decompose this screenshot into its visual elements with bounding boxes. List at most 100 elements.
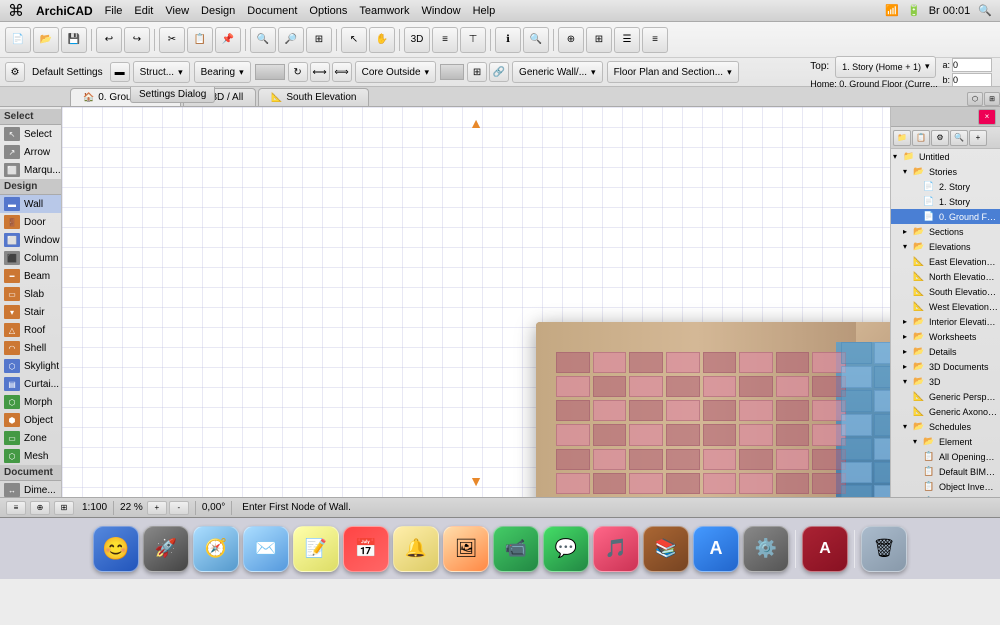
dock-photos[interactable]: 🖼 xyxy=(443,526,489,572)
scroll-down-arrow[interactable]: ▼ xyxy=(469,473,483,489)
scroll-up-arrow[interactable]: ▲ xyxy=(469,115,483,131)
tool-curtainwall[interactable]: ▤ Curtai... xyxy=(0,375,61,393)
menu-view[interactable]: View xyxy=(165,5,189,17)
generic-wall-dropdown[interactable]: Generic Wall/... xyxy=(512,61,603,83)
tree-item-generic-axon[interactable]: 📐 Generic Axonome... xyxy=(891,404,1000,419)
panel-btn-4[interactable]: 🔍 xyxy=(950,130,968,146)
grid-icon[interactable]: ⊞ xyxy=(54,501,74,515)
panel-close-btn[interactable]: × xyxy=(978,109,996,125)
zoom-out-status[interactable]: - xyxy=(169,501,189,515)
tree-item-2story[interactable]: 📄 2. Story xyxy=(891,179,1000,194)
panel-btn-2[interactable]: 📋 xyxy=(912,130,930,146)
fit-btn[interactable]: ⊞ xyxy=(306,27,332,53)
snap-btn[interactable]: ⊕ xyxy=(558,27,584,53)
tree-item-all-openings[interactable]: 📋 All Openings Sc... xyxy=(891,449,1000,464)
dock-trash[interactable]: 🗑 xyxy=(861,526,907,572)
tool-marquee[interactable]: ⬜ Marqu... xyxy=(0,161,61,179)
floor-plan-dropdown[interactable]: Floor Plan and Section... xyxy=(607,61,739,83)
tree-item-schedules[interactable]: ▾ 📂 Schedules xyxy=(891,419,1000,434)
tree-item-north-elev[interactable]: 📐 North Elevation (A xyxy=(891,269,1000,284)
element-info-btn[interactable]: ℹ xyxy=(495,27,521,53)
cut-btn[interactable]: ✂ xyxy=(159,27,185,53)
dock-reminders[interactable]: 🔔 xyxy=(393,526,439,572)
open-btn[interactable]: 📂 xyxy=(33,27,59,53)
tool-dimension[interactable]: ↔ Dime... xyxy=(0,481,61,497)
tree-item-3ddocs[interactable]: ▸ 📂 3D Documents xyxy=(891,359,1000,374)
dock-launchpad[interactable]: 🚀 xyxy=(143,526,189,572)
panel-btn-1[interactable]: 📁 xyxy=(893,130,911,146)
dock-music[interactable]: 🎵 xyxy=(593,526,639,572)
menu-help[interactable]: Help xyxy=(473,5,496,17)
menu-teamwork[interactable]: Teamwork xyxy=(359,5,409,17)
dock-appstore[interactable]: A xyxy=(693,526,739,572)
tool-morph[interactable]: ⬡ Morph xyxy=(0,393,61,411)
tool-skylight[interactable]: ⬡ Skylight xyxy=(0,357,61,375)
app-name[interactable]: ArchiCAD xyxy=(36,4,93,18)
design-section-header[interactable]: Design xyxy=(0,179,61,195)
zoom-in-btn[interactable]: 🔍 xyxy=(250,27,276,53)
undo-btn[interactable]: ↩ xyxy=(96,27,122,53)
tree-item-details[interactable]: ▸ 📂 Details xyxy=(891,344,1000,359)
bearing-dropdown[interactable]: Bearing xyxy=(194,61,251,83)
3d-btn[interactable]: 3D xyxy=(404,27,430,53)
settings-dialog-tab[interactable]: Settings Dialog xyxy=(130,87,215,103)
flip-btn[interactable]: ⟷ xyxy=(310,62,330,82)
rotate-btn[interactable]: ↻ xyxy=(288,62,308,82)
attr-btn[interactable]: ≡ xyxy=(642,27,668,53)
a-input[interactable] xyxy=(952,58,992,72)
tool-object[interactable]: ⬢ Object xyxy=(0,411,61,429)
zoom-in-status[interactable]: + xyxy=(147,501,167,515)
tool-shell[interactable]: ◠ Shell xyxy=(0,339,61,357)
panel-btn-5[interactable]: + xyxy=(969,130,987,146)
layer-btn[interactable]: ☰ xyxy=(614,27,640,53)
canvas-area[interactable]: GS GRAPHISOFT ARCHICAD 19 3003 INT FULL … xyxy=(62,107,890,497)
tree-item-object-inv[interactable]: 📋 Object Inventor... xyxy=(891,479,1000,494)
tool-zone[interactable]: ▭ Zone xyxy=(0,429,61,447)
tree-item-interior-elev[interactable]: ▸ 📂 Interior Elevations xyxy=(891,314,1000,329)
select-section-header[interactable]: Select xyxy=(0,109,61,125)
tree-item-west-elev[interactable]: 📐 West Elevation (A xyxy=(891,299,1000,314)
tool-column[interactable]: ⬛ Column xyxy=(0,249,61,267)
dock-books[interactable]: 📚 xyxy=(643,526,689,572)
tree-item-element[interactable]: ▾ 📂 Element xyxy=(891,434,1000,449)
canvas-zoom-btn[interactable]: ⬡ xyxy=(967,92,983,106)
pointer-btn[interactable]: ↖ xyxy=(341,27,367,53)
tool-stair[interactable]: ▾ Stair xyxy=(0,303,61,321)
dock-finder[interactable]: 😊 xyxy=(93,526,139,572)
section-btn[interactable]: ≡ xyxy=(432,27,458,53)
tree-item-sections[interactable]: ▸ 📂 Sections xyxy=(891,224,1000,239)
save-btn[interactable]: 💾 xyxy=(61,27,87,53)
pan-btn[interactable]: ✋ xyxy=(369,27,395,53)
search-icon[interactable]: 🔍 xyxy=(978,4,992,17)
dock-prefs[interactable]: ⚙️ xyxy=(743,526,789,572)
tree-item-bimx[interactable]: 📋 Default BIMx IE... xyxy=(891,464,1000,479)
tree-item-ground-floor[interactable]: 📄 0. Ground Floor xyxy=(891,209,1000,224)
copy-btn[interactable]: 📋 xyxy=(187,27,213,53)
tree-item-worksheets[interactable]: ▸ 📂 Worksheets xyxy=(891,329,1000,344)
paste-btn[interactable]: 📌 xyxy=(215,27,241,53)
tree-item-1story[interactable]: 📄 1. Story xyxy=(891,194,1000,209)
tree-item-untitled[interactable]: ▾ 📁 Untitled xyxy=(891,149,1000,164)
elevation-btn[interactable]: ⊤ xyxy=(460,27,486,53)
core-outside-dropdown[interactable]: Core Outside xyxy=(355,61,436,83)
tree-item-generic-persp[interactable]: 📐 Generic Perspectiv... xyxy=(891,389,1000,404)
tool-door[interactable]: 🚪 Door xyxy=(0,213,61,231)
guide-btn[interactable]: ⊞ xyxy=(586,27,612,53)
tree-item-3d[interactable]: ▾ 📂 3D xyxy=(891,374,1000,389)
tree-item-wall-schedule[interactable]: 📋 Wall Schedule xyxy=(891,494,1000,497)
b-input[interactable] xyxy=(952,73,992,87)
tree-item-south-elev[interactable]: 📐 South Elevation (A xyxy=(891,284,1000,299)
canvas-fit-btn[interactable]: ⊞ xyxy=(984,92,1000,106)
tool-slab[interactable]: ▭ Slab xyxy=(0,285,61,303)
tool-beam[interactable]: ━ Beam xyxy=(0,267,61,285)
panel-btn-3[interactable]: ⚙ xyxy=(931,130,949,146)
dock-archicad[interactable]: A xyxy=(802,526,848,572)
tool-arrow[interactable]: ↗ Arrow xyxy=(0,143,61,161)
dock-safari[interactable]: 🧭 xyxy=(193,526,239,572)
tool-wall[interactable]: ▬ Wall xyxy=(0,195,61,213)
story-dropdown[interactable]: 1. Story (Home + 1) xyxy=(835,56,936,78)
tool-select[interactable]: ↖ Select xyxy=(0,125,61,143)
redo-btn[interactable]: ↪ xyxy=(124,27,150,53)
tree-item-east-elev[interactable]: 📐 East Elevation (Au xyxy=(891,254,1000,269)
mirror-btn[interactable]: ⟺ xyxy=(332,62,352,82)
